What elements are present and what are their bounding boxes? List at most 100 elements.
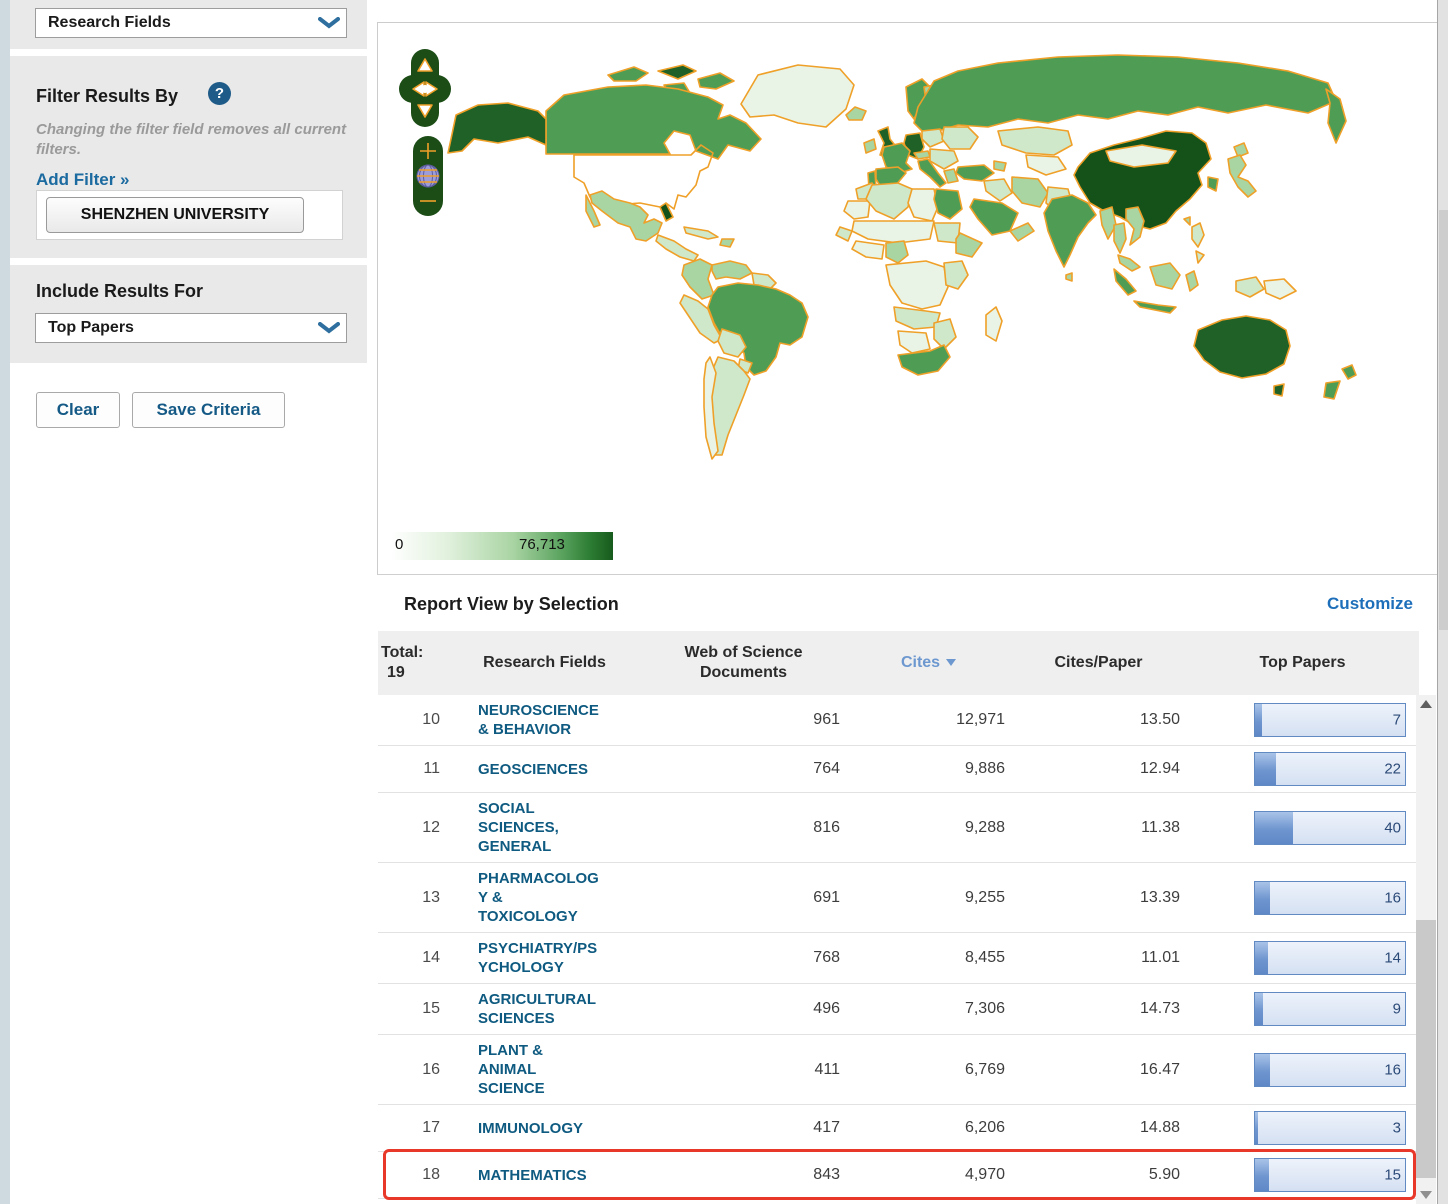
- include-results-heading: Include Results For: [36, 281, 203, 302]
- research-field-link[interactable]: GEOSCIENCES: [478, 760, 600, 779]
- cites-value: 9,255: [846, 889, 1011, 907]
- top-papers-value: 3: [1393, 1120, 1401, 1137]
- top-papers-value: 9: [1393, 1001, 1401, 1018]
- table-row: 17IMMUNOLOGY4176,20614.883: [378, 1105, 1419, 1152]
- total-count: 19: [381, 664, 405, 681]
- total-label: Total:: [381, 644, 423, 661]
- research-field-link[interactable]: AGRICULTURAL SCIENCES: [478, 990, 600, 1028]
- sidebar-section-filter: Filter Results By ? Changing the filter …: [10, 56, 367, 258]
- wos-documents-value: 691: [641, 889, 846, 907]
- table-row: 12SOCIAL SCIENCES, GENERAL8169,28811.384…: [378, 793, 1419, 863]
- sidebar-section-include: Include Results For Top Papers: [10, 265, 367, 363]
- chevron-down-icon[interactable]: [312, 9, 346, 37]
- table-row: 13 PHARMACOLOGY & TOXICOLOGY 6919,25513.39…: [378, 863, 1419, 933]
- top-papers-bar: 16: [1254, 881, 1406, 915]
- scroll-down-button[interactable]: [1416, 1186, 1436, 1204]
- cites-value: 9,288: [846, 819, 1011, 837]
- top-papers-bar-fill: [1255, 1159, 1269, 1191]
- row-rank: 18: [378, 1166, 448, 1184]
- add-filter-link[interactable]: Add Filter »: [36, 170, 130, 190]
- top-papers-bar-fill: [1255, 882, 1270, 914]
- wos-documents-value: 496: [641, 1000, 846, 1018]
- wos-documents-value: 768: [641, 949, 846, 967]
- research-field-link[interactable]: PHARMACOLOGY & TOXICOLOGY: [478, 869, 600, 926]
- cites-per-paper-value: 5.90: [1011, 1166, 1186, 1184]
- table-row: 14PSYCHIATRY/PSYCHOLOGY7688,45511.0114: [378, 933, 1419, 984]
- page-scrollbar-thumb[interactable]: [1439, 210, 1448, 630]
- wos-documents-value: 417: [641, 1119, 846, 1137]
- top-papers-bar: 40: [1254, 811, 1406, 845]
- save-criteria-button[interactable]: Save Criteria: [132, 392, 285, 428]
- row-rank: 11: [378, 760, 448, 778]
- table-scrollbar-thumb[interactable]: [1416, 920, 1436, 1178]
- clear-button[interactable]: Clear: [36, 392, 120, 428]
- research-field-link[interactable]: PLANT & ANIMAL SCIENCE: [478, 1041, 600, 1098]
- column-header-wos-documents[interactable]: Web of Science Documents: [641, 643, 846, 683]
- column-header-cites-per-paper[interactable]: Cites/Paper: [1011, 653, 1186, 673]
- top-papers-value: 16: [1384, 889, 1401, 906]
- cites-per-paper-value: 11.01: [1011, 949, 1186, 967]
- table-row: 16PLANT & ANIMAL SCIENCE4116,76916.4716: [378, 1035, 1419, 1105]
- wos-documents-value: 961: [641, 711, 846, 729]
- cites-value: 8,455: [846, 949, 1011, 967]
- report-view-title: Report View by Selection: [404, 594, 619, 615]
- wos-documents-value: 843: [641, 1166, 846, 1184]
- active-filter-box: SHENZHEN UNIVERSITY: [36, 190, 343, 240]
- table-row: 15 AGRICULTURAL SCIENCES 4967,30614.73 9: [378, 984, 1419, 1035]
- row-rank: 13: [378, 889, 448, 907]
- page-left-accent-strip: [0, 0, 10, 1204]
- row-rank: 12: [378, 819, 448, 837]
- world-map-panel[interactable]: 0 76,713: [377, 22, 1437, 575]
- row-rank: 10: [378, 711, 448, 729]
- cites-value: 7,306: [846, 1000, 1011, 1018]
- column-header-top-papers[interactable]: Top Papers: [1186, 653, 1419, 673]
- cites-per-paper-value: 13.50: [1011, 711, 1186, 729]
- scroll-up-button[interactable]: [1416, 695, 1436, 713]
- table-row: 18MATHEMATICS8434,9705.9015: [378, 1152, 1419, 1199]
- cites-value: 6,769: [846, 1061, 1011, 1079]
- research-fields-dropdown[interactable]: Research Fields: [35, 8, 347, 38]
- page-scrollbar[interactable]: [1437, 0, 1448, 1204]
- wos-documents-value: 764: [641, 760, 846, 778]
- cites-per-paper-value: 11.38: [1011, 819, 1186, 837]
- top-papers-value: 22: [1384, 761, 1401, 778]
- map-countries[interactable]: [448, 55, 1356, 459]
- research-fields-dropdown-value: Research Fields: [36, 14, 312, 32]
- report-view-bar: Report View by Selection Customize: [378, 575, 1437, 631]
- help-icon[interactable]: ?: [208, 82, 231, 105]
- top-papers-bar: 16: [1254, 1053, 1406, 1087]
- top-papers-bar-fill: [1255, 1054, 1270, 1086]
- research-field-link[interactable]: PSYCHIATRY/PSYCHOLOGY: [478, 939, 600, 977]
- table-row: 11GEOSCIENCES7649,88612.9422: [378, 746, 1419, 793]
- top-papers-bar-fill: [1255, 1112, 1258, 1144]
- choropleth-world-map[interactable]: [378, 27, 1438, 532]
- sidebar-section-field: Research Fields: [10, 0, 367, 49]
- top-papers-bar: 3: [1254, 1111, 1406, 1145]
- results-table-header: Total: 19 Research Fields Web of Science…: [378, 631, 1419, 695]
- map-zoom-control[interactable]: [413, 136, 443, 216]
- top-papers-bar: 9: [1254, 992, 1406, 1026]
- top-papers-bar-fill: [1255, 704, 1262, 736]
- customize-link[interactable]: Customize: [1327, 594, 1413, 614]
- research-field-link[interactable]: MATHEMATICS: [478, 1166, 600, 1185]
- research-field-link[interactable]: IMMUNOLOGY: [478, 1119, 600, 1138]
- column-header-cites-sorted[interactable]: Cites: [846, 653, 1011, 673]
- research-field-link[interactable]: SOCIAL SCIENCES, GENERAL: [478, 799, 600, 856]
- cites-per-paper-value: 13.39: [1011, 889, 1186, 907]
- top-papers-value: 7: [1393, 712, 1401, 729]
- map-pan-control[interactable]: [399, 49, 451, 127]
- table-scrollbar[interactable]: [1416, 695, 1436, 1204]
- filter-chip-shenzhen-university[interactable]: SHENZHEN UNIVERSITY: [46, 197, 304, 233]
- globe-icon: [417, 165, 439, 187]
- column-header-research-fields[interactable]: Research Fields: [448, 653, 641, 673]
- chevron-down-icon[interactable]: [312, 314, 346, 342]
- include-results-dropdown[interactable]: Top Papers: [35, 313, 347, 343]
- cites-label: Cites: [901, 654, 940, 671]
- cites-per-paper-value: 14.88: [1011, 1119, 1186, 1137]
- cites-value: 6,206: [846, 1119, 1011, 1137]
- table-row: 10NEUROSCIENCE & BEHAVIOR96112,97113.507: [378, 695, 1419, 746]
- cites-per-paper-value: 14.73: [1011, 1000, 1186, 1018]
- wos-documents-value: 411: [641, 1061, 846, 1079]
- row-rank: 15: [378, 1000, 448, 1018]
- research-field-link[interactable]: NEUROSCIENCE & BEHAVIOR: [478, 701, 600, 739]
